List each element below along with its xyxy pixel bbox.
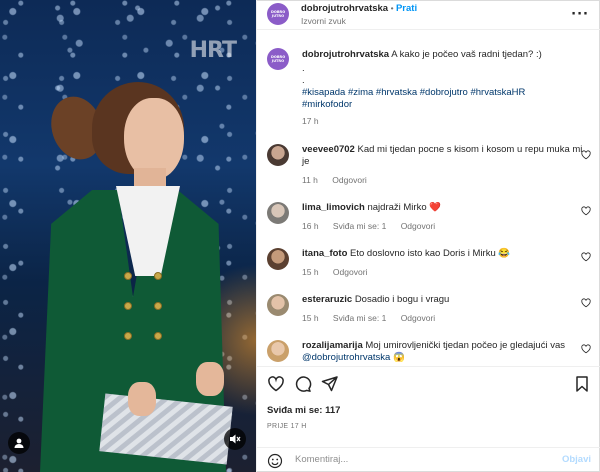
commenter-avatar[interactable] [267, 340, 289, 362]
comment-time[interactable]: 15 h [302, 313, 319, 323]
commenter-avatar[interactable] [267, 144, 289, 166]
post-sidebar: DOBRO JUTRO dobrojutrohrvatska • Prati I… [256, 0, 600, 472]
caption-username[interactable]: dobrojutrohrvatska [302, 49, 389, 60]
follow-button[interactable]: Prati [396, 3, 417, 14]
commenter-avatar[interactable] [267, 248, 289, 270]
heart-icon[interactable] [581, 298, 591, 308]
likes-count: 117 [325, 405, 341, 416]
comment-username[interactable]: rozalijamarija [302, 340, 363, 351]
speaker-muted-icon[interactable] [224, 428, 246, 450]
avatar-label: DOBRO JUTRO [271, 55, 286, 63]
post-video[interactable]: HRT [0, 0, 256, 472]
likes-summary[interactable]: Sviđa mi se: 117 [267, 405, 340, 416]
caption-avatar[interactable]: DOBRO JUTRO [267, 48, 289, 70]
reply-button[interactable]: Odgovori [401, 221, 436, 231]
comment-icon[interactable] [294, 375, 312, 393]
caption-hashtags[interactable]: #kisapada #zima #hrvatska #dobrojutro #h… [302, 87, 525, 99]
comment-username[interactable]: itana_foto [302, 248, 347, 259]
user-icon[interactable] [8, 432, 30, 454]
jacket-button [154, 332, 162, 340]
channel-logo: HRT [189, 38, 237, 63]
audio-label[interactable]: Izvorni zvuk [301, 16, 346, 26]
post-comment-button[interactable]: Objavi [562, 454, 591, 465]
heart-icon[interactable] [581, 206, 591, 216]
comment-text: najdraži Mirko ❤️ [367, 202, 442, 213]
post-actions: Sviđa mi se: 117 PRIJE 17 H Objavi [257, 366, 600, 472]
jacket-button [154, 272, 162, 280]
comment-username[interactable]: esteraruzic [302, 294, 352, 305]
smiley-icon[interactable] [267, 453, 283, 469]
comment-time[interactable]: 16 h [302, 221, 319, 231]
avatar-label: DOBRO JUTRO [271, 10, 286, 18]
commenter-avatar[interactable] [267, 202, 289, 224]
jacket-button [124, 302, 132, 310]
comment-mention[interactable]: @dobrojutrohrvatska [302, 352, 390, 363]
comment-time[interactable]: 11 h [302, 175, 318, 185]
comment-bar: Objavi [257, 447, 600, 472]
comment-likes[interactable]: Sviđa mi se: 1 [333, 221, 386, 231]
comments-list[interactable]: DOBRO JUTRO dobrojutrohrvatska A kako je… [257, 44, 600, 366]
reply-button[interactable]: Odgovori [333, 267, 368, 277]
caption-dot: . [302, 63, 305, 74]
heart-icon[interactable] [581, 344, 591, 354]
presenter-hand [196, 362, 224, 396]
commenter-avatar[interactable] [267, 294, 289, 316]
comment-text: Eto doslovno isto kao Doris i Mirku 😂 [350, 248, 511, 259]
jacket-button [124, 332, 132, 340]
heart-icon[interactable] [581, 252, 591, 262]
reply-button[interactable]: Odgovori [332, 175, 367, 185]
post-timestamp[interactable]: PRIJE 17 H [267, 423, 307, 430]
heart-icon[interactable] [267, 375, 285, 393]
post-header: DOBRO JUTRO dobrojutrohrvatska • Prati I… [257, 0, 600, 30]
reply-button[interactable]: Odgovori [401, 313, 436, 323]
comment-username[interactable]: lima_limovich [302, 202, 365, 213]
comment-username[interactable]: veevee0702 [302, 144, 355, 155]
comment-text: Moj umirovljenički tjedan počeo je gleda… [365, 340, 565, 351]
comment-time[interactable]: 15 h [302, 267, 319, 277]
send-icon[interactable] [321, 375, 339, 393]
jacket-button [124, 272, 132, 280]
bookmark-icon[interactable] [573, 375, 591, 393]
heart-icon[interactable] [581, 150, 591, 160]
likes-label: Sviđa mi se: [267, 405, 323, 416]
presenter-hand [128, 382, 156, 416]
more-horizontal-icon[interactable]: ··· [571, 7, 589, 22]
caption-dot: . [302, 75, 305, 86]
comment-input[interactable] [295, 454, 535, 465]
caption-hashtags[interactable]: #mirkofodor [302, 99, 352, 111]
comment-likes[interactable]: Sviđa mi se: 1 [333, 313, 386, 323]
caption-text: A kako je počeo vaš radni tjedan? :) [391, 49, 542, 60]
author-username[interactable]: dobrojutrohrvatska [301, 3, 388, 14]
comment-text: Dosadio i bogu i vragu [354, 294, 450, 305]
comment-emoji: 😱 [392, 352, 405, 363]
author-avatar[interactable]: DOBRO JUTRO [267, 3, 289, 25]
caption-time[interactable]: 17 h [302, 116, 319, 126]
jacket-button [154, 302, 162, 310]
